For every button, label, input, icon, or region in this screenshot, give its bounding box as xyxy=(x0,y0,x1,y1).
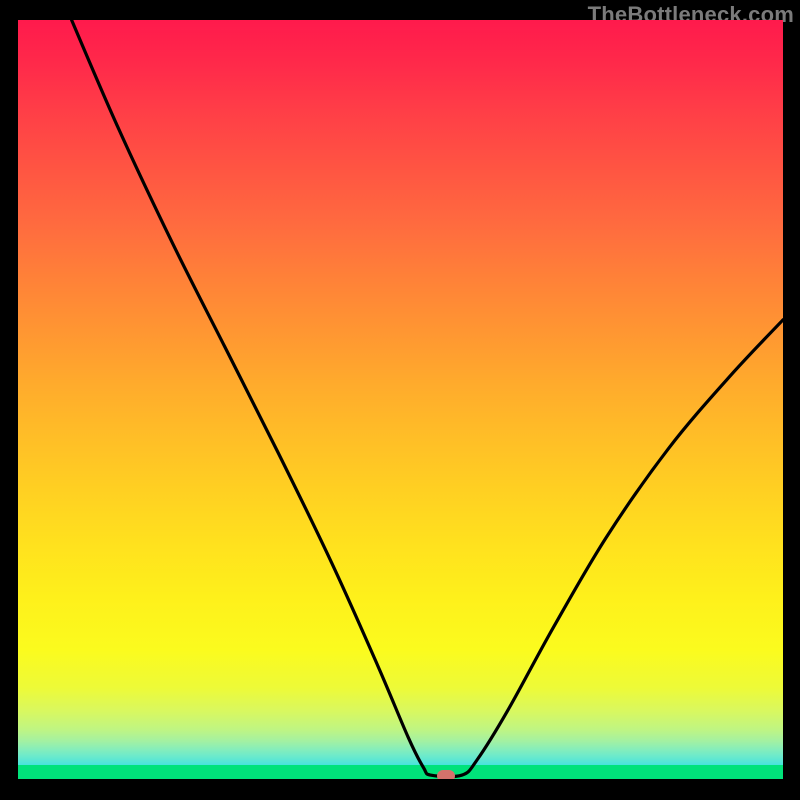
bottleneck-curve xyxy=(18,20,783,779)
optimum-marker xyxy=(437,770,455,779)
chart-plot-area xyxy=(18,20,783,779)
